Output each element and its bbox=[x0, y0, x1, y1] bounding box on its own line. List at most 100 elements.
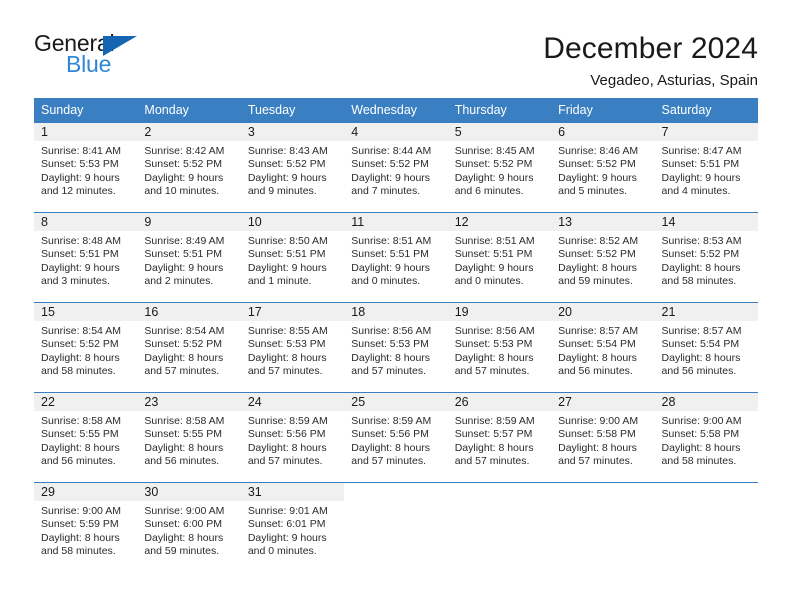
day-cell-inner: 27 Sunrise: 9:00 AM Sunset: 5:58 PM Dayligh… bbox=[551, 393, 655, 482]
calendar-week-row: 8 Sunrise: 8:48 AM Sunset: 5:51 PM Daylight… bbox=[34, 212, 758, 303]
calendar-day-cell[interactable]: 7 Sunrise: 8:47 AM Sunset: 5:51 PM Daylight… bbox=[654, 122, 758, 213]
sunrise-time: Sunrise: 8:45 AM bbox=[454, 145, 535, 157]
calendar-day-cell[interactable]: 11 Sunrise: 8:51 AM Sunset: 5:51 PM Dayligh… bbox=[344, 212, 448, 303]
calendar-day-cell[interactable]: 10 Sunrise: 8:50 AM Sunset: 5:51 PM Dayligh… bbox=[240, 212, 345, 303]
calendar-day-cell[interactable]: 13 Sunrise: 8:52 AM Sunset: 5:52 PM Dayligh… bbox=[551, 212, 655, 303]
day-cell-inner: 22 Sunrise: 8:58 AM Sunset: 5:55 PM Dayligh… bbox=[34, 393, 138, 482]
sunset-time: Sunset: 5:52 PM bbox=[454, 158, 533, 171]
calendar-day-cell[interactable]: 25 Sunrise: 8:59 AM Sunset: 5:56 PM Dayligh… bbox=[344, 392, 448, 483]
day-cell-inner: 9 Sunrise: 8:49 AM Sunset: 5:51 PM Daylight… bbox=[137, 213, 241, 302]
day-number: 16 bbox=[137, 303, 241, 321]
day-cell-details: Sunrise: 8:59 AM Sunset: 5:56 PM Daylight:… bbox=[241, 411, 344, 469]
day-cell-inner: 28 Sunrise: 9:00 AM Sunset: 5:58 PM Dayligh… bbox=[654, 393, 758, 482]
calendar-day-cell[interactable]: 19 Sunrise: 8:56 AM Sunset: 5:53 PM Dayligh… bbox=[447, 302, 552, 393]
day-cell-details: Sunrise: 8:41 AM Sunset: 5:53 PM Daylight:… bbox=[34, 141, 137, 199]
day-cell-details: Sunrise: 8:44 AM Sunset: 5:52 PM Daylight:… bbox=[344, 141, 447, 199]
day-number: 20 bbox=[551, 303, 655, 321]
calendar-day-cell[interactable]: 16 Sunrise: 8:54 AM Sunset: 5:52 PM Dayligh… bbox=[137, 302, 241, 393]
daylight-duration-line1: Daylight: 9 hours bbox=[661, 171, 741, 184]
calendar-day-cell[interactable]: 4 Sunrise: 8:44 AM Sunset: 5:52 PM Daylight… bbox=[344, 122, 448, 213]
daylight-duration-line2: and 58 minutes. bbox=[41, 365, 116, 378]
day-cell-inner: 7 Sunrise: 8:47 AM Sunset: 5:51 PM Daylight… bbox=[654, 123, 758, 212]
daylight-duration-line1: Daylight: 8 hours bbox=[454, 351, 534, 364]
weekday-header-sunday: Sunday bbox=[34, 98, 138, 123]
day-cell-details: Sunrise: 8:43 AM Sunset: 5:52 PM Daylight:… bbox=[241, 141, 344, 199]
day-cell-details: Sunrise: 8:58 AM Sunset: 5:55 PM Daylight:… bbox=[34, 411, 137, 469]
day-cell-details: Sunrise: 8:54 AM Sunset: 5:52 PM Daylight:… bbox=[137, 321, 240, 379]
calendar-day-cell[interactable]: 15 Sunrise: 8:54 AM Sunset: 5:52 PM Dayligh… bbox=[34, 302, 138, 393]
sunset-time: Sunset: 5:52 PM bbox=[661, 248, 740, 261]
calendar-day-cell[interactable]: 22 Sunrise: 8:58 AM Sunset: 5:55 PM Dayligh… bbox=[34, 392, 138, 483]
calendar-day-cell[interactable]: 26 Sunrise: 8:59 AM Sunset: 5:57 PM Dayligh… bbox=[447, 392, 552, 483]
daylight-duration-line2: and 59 minutes. bbox=[558, 275, 633, 288]
calendar-day-cell[interactable]: 18 Sunrise: 8:56 AM Sunset: 5:53 PM Dayligh… bbox=[344, 302, 448, 393]
day-cell-inner: 15 Sunrise: 8:54 AM Sunset: 5:52 PM Dayligh… bbox=[34, 303, 138, 392]
calendar-day-cell[interactable]: 23 Sunrise: 8:58 AM Sunset: 5:55 PM Dayligh… bbox=[137, 392, 241, 483]
calendar-day-cell[interactable]: 20 Sunrise: 8:57 AM Sunset: 5:54 PM Dayligh… bbox=[551, 302, 655, 393]
sunrise-time: Sunrise: 8:53 AM bbox=[661, 235, 742, 247]
daylight-duration-line1: Daylight: 8 hours bbox=[558, 261, 637, 274]
sunset-time: Sunset: 6:00 PM bbox=[144, 518, 223, 531]
calendar-day-cell[interactable]: 12 Sunrise: 8:51 AM Sunset: 5:51 PM Dayligh… bbox=[447, 212, 552, 303]
day-cell-details: Sunrise: 8:57 AM Sunset: 5:54 PM Daylight:… bbox=[655, 321, 758, 379]
day-cell-inner: 19 Sunrise: 8:56 AM Sunset: 5:53 PM Dayligh… bbox=[447, 303, 552, 392]
day-cell-inner: 14 Sunrise: 8:53 AM Sunset: 5:52 PM Dayligh… bbox=[654, 213, 758, 302]
calendar-day-cell[interactable]: 9 Sunrise: 8:49 AM Sunset: 5:51 PM Daylight… bbox=[137, 212, 241, 303]
calendar-day-cell[interactable]: 21 Sunrise: 8:57 AM Sunset: 5:54 PM Dayligh… bbox=[654, 302, 758, 393]
day-cell-details: Sunrise: 8:54 AM Sunset: 5:52 PM Daylight:… bbox=[34, 321, 137, 379]
calendar-day-cell[interactable]: 6 Sunrise: 8:46 AM Sunset: 5:52 PM Daylight… bbox=[551, 122, 655, 213]
sunset-time: Sunset: 5:52 PM bbox=[144, 158, 223, 171]
calendar-day-cell[interactable]: 1 Sunrise: 8:41 AM Sunset: 5:53 PM Daylight… bbox=[34, 122, 138, 213]
calendar-cell-empty bbox=[344, 482, 448, 572]
calendar-day-cell[interactable]: 29 Sunrise: 9:00 AM Sunset: 5:59 PM Dayligh… bbox=[34, 482, 138, 572]
day-cell-details: Sunrise: 8:50 AM Sunset: 5:51 PM Daylight:… bbox=[241, 231, 344, 289]
sunset-time: Sunset: 5:55 PM bbox=[41, 428, 119, 441]
empty-cell-inner bbox=[344, 483, 448, 572]
day-cell-details: Sunrise: 8:58 AM Sunset: 5:55 PM Daylight:… bbox=[137, 411, 240, 469]
sunrise-time: Sunrise: 8:42 AM bbox=[144, 145, 225, 157]
calendar-day-cell[interactable]: 27 Sunrise: 9:00 AM Sunset: 5:58 PM Dayligh… bbox=[551, 392, 655, 483]
daylight-duration-line1: Daylight: 8 hours bbox=[247, 441, 327, 454]
daylight-duration-line2: and 56 minutes. bbox=[661, 365, 737, 378]
sunset-time: Sunset: 5:53 PM bbox=[247, 338, 326, 351]
day-cell-inner: 25 Sunrise: 8:59 AM Sunset: 5:56 PM Dayligh… bbox=[344, 393, 448, 482]
sunrise-time: Sunrise: 8:41 AM bbox=[41, 145, 121, 157]
calendar-day-cell[interactable]: 5 Sunrise: 8:45 AM Sunset: 5:52 PM Daylight… bbox=[447, 122, 552, 213]
daylight-duration-line2: and 12 minutes. bbox=[41, 185, 116, 198]
sunset-time: Sunset: 5:53 PM bbox=[454, 338, 533, 351]
day-number: 23 bbox=[137, 393, 241, 411]
daylight-duration-line1: Daylight: 9 hours bbox=[144, 261, 224, 274]
sunrise-time: Sunrise: 8:52 AM bbox=[558, 235, 639, 247]
day-cell-details: Sunrise: 8:55 AM Sunset: 5:53 PM Daylight:… bbox=[241, 321, 344, 379]
daylight-duration-line2: and 59 minutes. bbox=[144, 545, 220, 558]
weekday-header-saturday: Saturday bbox=[654, 98, 758, 123]
day-number: 5 bbox=[447, 123, 552, 141]
daylight-duration-line2: and 4 minutes. bbox=[661, 185, 731, 198]
sunset-time: Sunset: 5:51 PM bbox=[351, 248, 429, 261]
sunset-time: Sunset: 5:56 PM bbox=[247, 428, 326, 441]
day-cell-inner: 10 Sunrise: 8:50 AM Sunset: 5:51 PM Dayligh… bbox=[240, 213, 345, 302]
calendar-day-cell[interactable]: 24 Sunrise: 8:59 AM Sunset: 5:56 PM Dayligh… bbox=[240, 392, 345, 483]
calendar-day-cell[interactable]: 30 Sunrise: 9:00 AM Sunset: 6:00 PM Dayligh… bbox=[137, 482, 241, 572]
calendar-day-cell[interactable]: 28 Sunrise: 9:00 AM Sunset: 5:58 PM Dayligh… bbox=[654, 392, 758, 483]
day-cell-details: Sunrise: 8:59 AM Sunset: 5:57 PM Daylight:… bbox=[448, 411, 551, 469]
daylight-duration-line2: and 57 minutes. bbox=[247, 365, 323, 378]
day-cell-inner: 18 Sunrise: 8:56 AM Sunset: 5:53 PM Dayligh… bbox=[344, 303, 448, 392]
sunrise-time: Sunrise: 8:46 AM bbox=[558, 145, 639, 157]
day-number: 30 bbox=[137, 483, 241, 501]
calendar-day-cell[interactable]: 8 Sunrise: 8:48 AM Sunset: 5:51 PM Daylight… bbox=[34, 212, 138, 303]
sunrise-time: Sunrise: 8:48 AM bbox=[41, 235, 121, 247]
day-cell-inner: 4 Sunrise: 8:44 AM Sunset: 5:52 PM Daylight… bbox=[344, 123, 448, 212]
sunset-time: Sunset: 5:57 PM bbox=[454, 428, 533, 441]
calendar-day-cell[interactable]: 31 Sunrise: 9:01 AM Sunset: 6:01 PM Dayligh… bbox=[240, 482, 345, 572]
daylight-duration-line2: and 10 minutes. bbox=[144, 185, 220, 198]
calendar-day-cell[interactable]: 17 Sunrise: 8:55 AM Sunset: 5:53 PM Dayligh… bbox=[240, 302, 345, 393]
day-cell-details: Sunrise: 8:52 AM Sunset: 5:52 PM Daylight:… bbox=[551, 231, 654, 289]
daylight-duration-line1: Daylight: 8 hours bbox=[247, 351, 327, 364]
general-blue-logo[interactable]: General Blue bbox=[34, 30, 149, 80]
calendar-week-row: 29 Sunrise: 9:00 AM Sunset: 5:59 PM Dayligh… bbox=[34, 482, 758, 572]
calendar-day-cell[interactable]: 14 Sunrise: 8:53 AM Sunset: 5:52 PM Dayligh… bbox=[654, 212, 758, 303]
daylight-duration-line1: Daylight: 9 hours bbox=[247, 531, 327, 544]
calendar-day-cell[interactable]: 2 Sunrise: 8:42 AM Sunset: 5:52 PM Daylight… bbox=[137, 122, 241, 213]
calendar-day-cell[interactable]: 3 Sunrise: 8:43 AM Sunset: 5:52 PM Daylight… bbox=[240, 122, 345, 213]
